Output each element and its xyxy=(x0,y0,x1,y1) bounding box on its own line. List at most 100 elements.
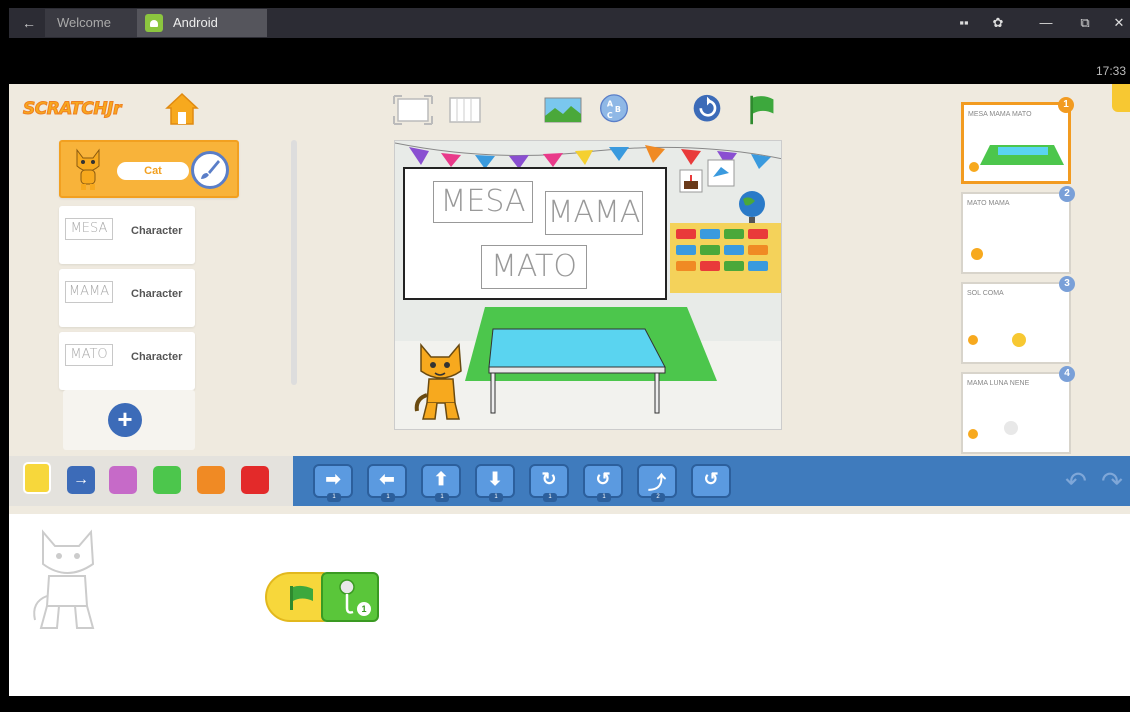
sprite-list-scrollbar[interactable] xyxy=(291,140,297,385)
category-looks-person-icon[interactable] xyxy=(109,466,137,494)
add-text-icon[interactable]: A B C xyxy=(596,94,632,126)
scene-thumbnail-4[interactable]: 4 MAMA LUNA NENE xyxy=(961,366,1075,454)
globe-icon xyxy=(739,191,765,223)
cat-sprite-icon xyxy=(76,148,100,190)
sprite-card-mama[interactable]: MAMA Character xyxy=(59,269,195,327)
category-control-icon[interactable] xyxy=(197,466,225,494)
cubby-bin xyxy=(724,245,744,255)
sprite-name-label: Character xyxy=(131,288,183,300)
sprite-name-cat[interactable]: Cat xyxy=(117,162,189,180)
undo-icon[interactable]: ↶ xyxy=(1061,466,1091,496)
reset-characters-icon[interactable] xyxy=(689,94,725,126)
emulator-window: ← Welcome Android ▪▪ ✿ — ⧉ ✕ 17:33 SCRAT… xyxy=(9,0,1130,712)
close-button[interactable]: ✕ xyxy=(1106,8,1130,38)
turn-left-icon: ↺ xyxy=(595,469,611,489)
block-category-bar: → xyxy=(9,456,299,506)
green-flag-trigger-block[interactable] xyxy=(265,572,329,622)
scene-words: MAMA LUNA NENE xyxy=(967,380,1030,387)
turn-left-block[interactable]: ↺ 1 xyxy=(583,464,623,502)
play-sound-block[interactable]: 1 xyxy=(321,572,379,622)
cubby-bin xyxy=(700,245,720,255)
block-parameter: 1 xyxy=(381,493,395,502)
svg-text:C: C xyxy=(607,111,613,120)
logo-text: SCRATCHJr xyxy=(23,99,122,120)
cubby-bin xyxy=(676,245,696,255)
scene-number-badge: 4 xyxy=(1059,366,1075,382)
scratchjr-app: SCRATCHJr Cat MESA Character MAMA Charac… xyxy=(9,84,1130,696)
home-icon[interactable] xyxy=(165,92,199,126)
whiteboard: MESA MAMA MATO xyxy=(403,167,667,300)
change-background-icon[interactable] xyxy=(543,94,583,126)
grid-icon[interactable] xyxy=(447,94,483,126)
stage-word-mato[interactable]: MATO xyxy=(481,245,587,289)
project-info-tab[interactable] xyxy=(1112,84,1130,112)
tab-android-label: Android xyxy=(173,15,218,30)
scene-number-badge: 1 xyxy=(1058,97,1074,113)
move-down-icon: ⬇ xyxy=(487,469,503,489)
tab-welcome[interactable]: Welcome xyxy=(45,9,137,37)
scene-words: MESA MAMA MATO xyxy=(968,111,1032,118)
sprite-name-label: Character xyxy=(131,225,183,237)
scene-moon xyxy=(968,421,1018,439)
sprite-name-label: Character xyxy=(131,351,183,363)
back-arrow-icon[interactable]: ← xyxy=(15,8,43,38)
sprite-card-cat[interactable]: Cat xyxy=(59,140,239,198)
move-left-icon: ⬅ xyxy=(379,469,395,489)
sprite-card-mato[interactable]: MATO Character xyxy=(59,332,195,390)
category-triggering[interactable] xyxy=(23,462,51,494)
redo-icon[interactable]: ↷ xyxy=(1097,466,1127,496)
sprite-thumb-mato: MATO xyxy=(65,344,113,366)
paint-editor-button[interactable] xyxy=(191,151,229,189)
category-end-icon[interactable] xyxy=(241,466,269,494)
scene-thumbnail-3[interactable]: 3 SOL COMA xyxy=(961,276,1075,364)
scene-number-badge: 2 xyxy=(1059,186,1075,202)
settings-icon[interactable]: ✿ xyxy=(985,8,1011,38)
minimize-button[interactable]: — xyxy=(1033,8,1059,38)
hop-block[interactable]: ⤴ 2 xyxy=(637,464,677,502)
svg-text:A: A xyxy=(607,99,614,108)
category-motion-arrow-icon[interactable]: → xyxy=(67,466,95,494)
layout-icon[interactable]: ▪▪ xyxy=(951,8,977,38)
move-down-block[interactable]: ⬇ 1 xyxy=(475,464,515,502)
turn-right-block[interactable]: ↻ 1 xyxy=(529,464,569,502)
go-home-icon: ↺ xyxy=(703,469,719,489)
restore-button[interactable]: ⧉ xyxy=(1072,8,1098,38)
tab-android[interactable]: Android xyxy=(137,9,267,37)
block-parameter: 1 xyxy=(327,493,341,502)
stage-word-mama[interactable]: MAMA xyxy=(545,191,643,235)
ghost-cat-sprite-icon xyxy=(33,529,95,629)
stage[interactable]: MESA MAMA MATO xyxy=(394,140,782,430)
scene-thumbnail-1[interactable]: 1 MESA MAMA MATO xyxy=(961,97,1074,184)
svg-text:B: B xyxy=(615,105,621,114)
add-sprite-button[interactable]: + xyxy=(108,403,142,437)
android-status-bar: 17:33 xyxy=(9,38,1130,84)
move-up-block[interactable]: ⬆ 1 xyxy=(421,464,461,502)
title-bar: ← Welcome Android ▪▪ ✿ — ⧉ ✕ xyxy=(9,8,1130,38)
cubby-bin xyxy=(700,229,720,239)
turn-right-icon: ↻ xyxy=(541,469,557,489)
move-right-block[interactable]: ➡ 1 xyxy=(313,464,353,502)
sprite-card-mesa[interactable]: MESA Character xyxy=(59,206,195,264)
blocks-palette: ➡ 1 ⬅ 1 ⬆ 1 ⬇ 1 ↻ 1 ↺ 1 ⤴ 2 ↺ ↶ ↷ xyxy=(293,456,1130,506)
block-parameter: 1 xyxy=(435,493,449,502)
cubby-bin xyxy=(748,245,768,255)
cubby-bin xyxy=(748,229,768,239)
cubby-shelf xyxy=(670,223,781,293)
scratchjr-logo: SCRATCHJr xyxy=(19,92,159,126)
move-left-block[interactable]: ⬅ 1 xyxy=(367,464,407,502)
scene-number-badge: 3 xyxy=(1059,276,1075,292)
fullscreen-icon[interactable] xyxy=(392,94,434,126)
green-flag-icon[interactable] xyxy=(743,94,779,126)
script-area[interactable]: 1 xyxy=(9,514,1130,696)
cubby-bin xyxy=(676,229,696,239)
category-sound-speaker-icon[interactable] xyxy=(153,466,181,494)
paintbrush-icon xyxy=(201,160,220,179)
move-up-icon: ⬆ xyxy=(433,469,449,489)
cat-sprite[interactable] xyxy=(413,339,469,423)
cake-picture xyxy=(679,169,703,193)
sound-number-badge: 1 xyxy=(357,602,371,616)
scene-thumbnail-2[interactable]: 2 MATO MAMA xyxy=(961,186,1075,274)
go-home-block[interactable]: ↺ xyxy=(691,464,731,498)
stage-word-mesa[interactable]: MESA xyxy=(433,181,533,223)
cubby-bin xyxy=(676,261,696,271)
